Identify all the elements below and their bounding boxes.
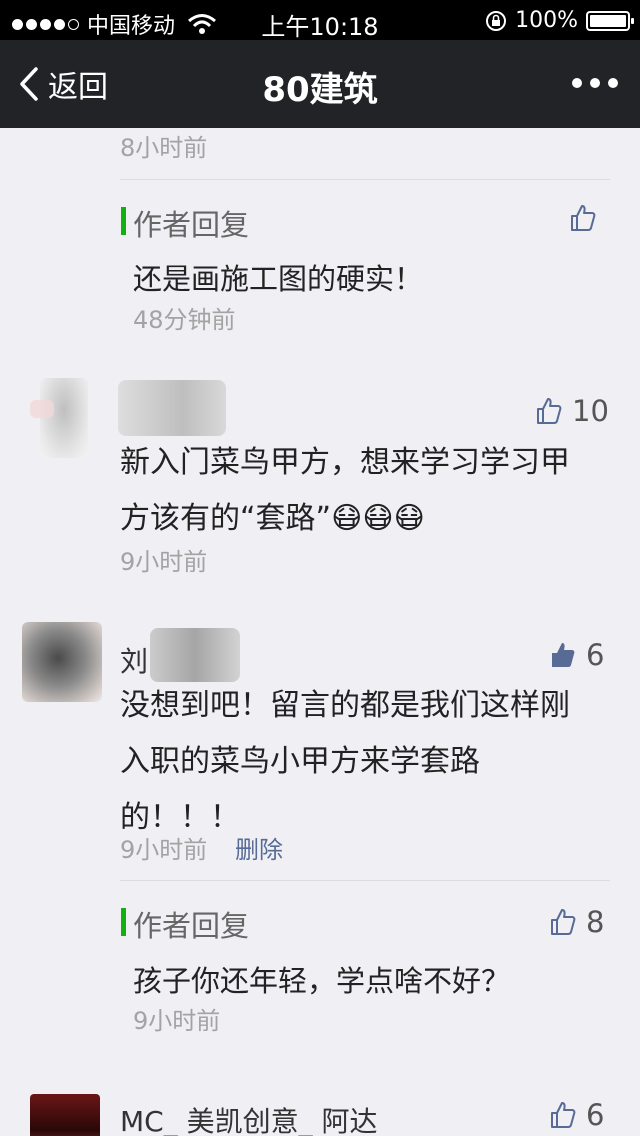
like-count: 8 [586, 905, 605, 939]
comment-time: 9小时前 [120, 548, 208, 576]
comment-text-line: 没想到吧！留言的都是我们这样刚 [120, 688, 570, 723]
rotation-lock-icon [486, 10, 507, 31]
nickname-redacted [118, 380, 226, 436]
reply-accent-bar [121, 207, 126, 235]
comment-time: 8小时前 [120, 134, 208, 162]
reply-time: 48分钟前 [133, 306, 236, 334]
comments-list[interactable]: 8小时前 作者回复 还是画施工图的硬实！ 48分钟前 10 新入门菜鸟甲方，想来… [0, 128, 640, 1136]
comment-time: 9小时前 [120, 836, 208, 864]
like-count: 6 [586, 638, 605, 672]
battery-percent: 100% [515, 8, 578, 33]
author-reply-label: 作者回复 [133, 909, 250, 943]
comment-text: 新入门菜鸟甲方，想来学习学习甲 方该有的“套路”😷😷😷 [120, 435, 610, 547]
avatar[interactable] [22, 622, 102, 702]
like-button[interactable] [570, 204, 596, 232]
comment-text-line: 入职的菜鸟小甲方来学套路 [120, 744, 480, 779]
battery-fill [590, 14, 626, 27]
more-dot-icon [572, 78, 582, 88]
reply-time: 9小时前 [133, 1007, 221, 1035]
like-button[interactable]: 6 [550, 638, 604, 672]
emoji-mask-icon: 😷 [362, 501, 394, 536]
comment-text-line-part: 方该有的“套路” [120, 501, 332, 536]
comment-text-line: 新入门菜鸟甲方，想来学习学习甲 [120, 445, 570, 480]
avatar[interactable] [22, 378, 102, 458]
author-reply-label: 作者回复 [133, 208, 250, 242]
more-dot-icon [608, 78, 618, 88]
divider [120, 880, 610, 881]
more-options-button[interactable] [572, 78, 618, 88]
thumbs-up-icon [571, 205, 596, 231]
thumbs-up-icon [551, 1102, 576, 1128]
thumbs-up-icon [551, 909, 576, 935]
like-button[interactable]: 6 [550, 1098, 604, 1132]
thumbs-up-icon [537, 398, 562, 424]
like-count: 10 [572, 394, 609, 428]
thumbs-up-filled-icon [552, 643, 575, 667]
nickname-redacted [150, 628, 240, 682]
like-button[interactable]: 8 [550, 905, 604, 939]
more-dot-icon [590, 78, 600, 88]
comment-text: 没想到吧！留言的都是我们这样刚 入职的菜鸟小甲方来学套路 的！！！ [120, 678, 610, 846]
like-count: 6 [586, 1098, 605, 1132]
status-bar: 中国移动 上午10:18 100% [0, 0, 640, 41]
emoji-mask-icon: 😷 [393, 501, 425, 536]
divider [120, 179, 610, 180]
battery-icon [586, 10, 634, 31]
emoji-mask-icon: 😷 [331, 501, 363, 536]
avatar[interactable] [30, 1094, 110, 1136]
delete-link[interactable]: 删除 [235, 830, 283, 865]
comment-text-line: 方该有的“套路”😷😷😷 [120, 491, 610, 547]
navigation-bar: 返回 80建筑 [0, 40, 640, 128]
page-title: 80建筑 [262, 70, 378, 110]
comment-nickname: MC_ 美凯创意_ 阿达 [120, 1105, 378, 1136]
comment-nickname: 刘 [120, 645, 149, 678]
author-reply-text: 还是画施工图的硬实！ [133, 262, 424, 296]
status-right: 100% [485, 8, 634, 33]
author-reply-text: 孩子你还年轻，学点啥不好？ [133, 964, 511, 998]
like-button[interactable]: 10 [536, 394, 609, 428]
reply-accent-bar [121, 908, 126, 936]
